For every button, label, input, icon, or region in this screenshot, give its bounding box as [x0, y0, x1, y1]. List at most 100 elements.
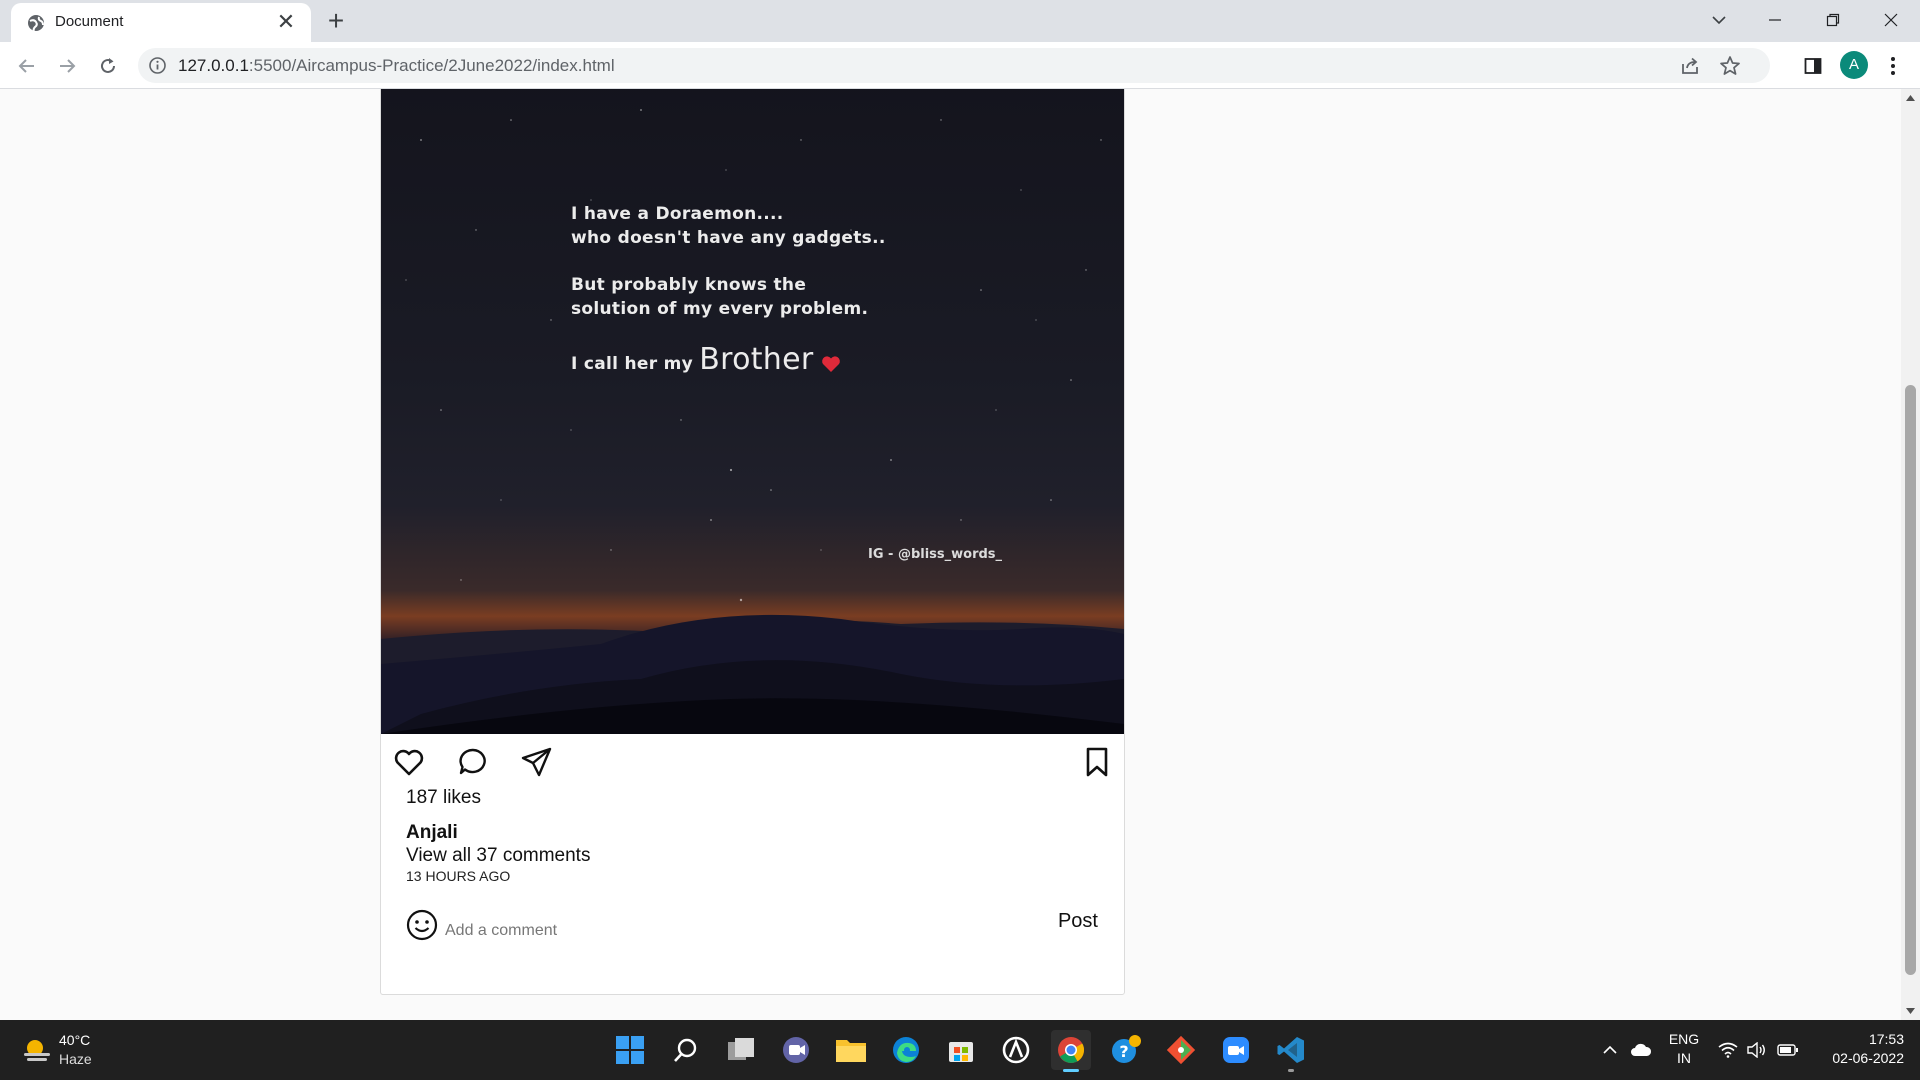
clock-date: 02-06-2022 [1832, 1050, 1904, 1066]
browser-toolbar: 127.0.0.1:5500/Aircampus-Practice/2June2… [0, 42, 1920, 89]
taskbar-file-explorer[interactable] [831, 1030, 871, 1070]
quote-line-5-prefix: I call her my [571, 354, 693, 374]
task-view-icon [728, 1038, 754, 1060]
restore-icon [1826, 13, 1840, 27]
windows-taskbar: 40°C Haze ? ENG IN 17:53 02-06-2022 [0, 1020, 1920, 1080]
taskbar-task-view[interactable] [721, 1030, 761, 1070]
forward-button[interactable] [50, 49, 84, 83]
taskbar-store[interactable] [941, 1030, 981, 1070]
wifi-button[interactable] [1716, 1030, 1740, 1070]
quote-emphasis: Brother [699, 342, 814, 377]
like-heart-icon[interactable] [391, 744, 427, 780]
taskbar-chrome[interactable] [1051, 1030, 1091, 1072]
close-window-button[interactable] [1862, 0, 1920, 40]
svg-text:?: ? [1119, 1042, 1128, 1061]
share-icon[interactable] [1678, 54, 1702, 78]
start-button[interactable] [610, 1030, 650, 1070]
taskbar-clock[interactable]: 17:53 02-06-2022 [1812, 1030, 1904, 1068]
help-icon: ? [1112, 1035, 1141, 1063]
sun-haze-icon [24, 1040, 50, 1061]
quote-line-5: I call her my Brother [571, 342, 842, 377]
taskbar-help[interactable]: ? [1106, 1030, 1146, 1070]
more-vertical-icon [1891, 57, 1895, 75]
taskbar-search[interactable] [666, 1030, 706, 1070]
comment-bubble-icon[interactable] [455, 744, 491, 780]
post-card: I have a Doraemon.... who doesn't have a… [380, 89, 1125, 995]
weather-temperature: 40°C [59, 1032, 91, 1048]
tray-overflow-button[interactable] [1598, 1030, 1622, 1070]
taskbar-app[interactable] [996, 1030, 1036, 1070]
git-icon [1166, 1035, 1196, 1065]
app-icon [1002, 1036, 1030, 1064]
reload-button[interactable] [91, 49, 125, 83]
view-comments-link[interactable]: View all 37 comments [406, 845, 590, 867]
comment-input[interactable] [441, 918, 961, 944]
tab-search-button[interactable] [1690, 0, 1748, 40]
search-icon [674, 1038, 697, 1062]
info-icon[interactable] [148, 56, 167, 75]
taskbar-vscode[interactable] [1271, 1030, 1311, 1072]
post-author[interactable]: Anjali [406, 822, 458, 844]
taskbar-edge[interactable] [886, 1030, 926, 1070]
bookmark-star-icon[interactable] [1718, 54, 1742, 78]
scroll-down-arrow-icon[interactable] [1901, 1004, 1920, 1018]
taskbar-git[interactable] [1161, 1030, 1201, 1070]
tab-strip: Document ✕ + [0, 0, 1920, 42]
quote-line-3: But probably knows the [571, 275, 807, 295]
edge-icon [893, 1037, 919, 1063]
minimize-icon [1769, 19, 1781, 21]
profile-avatar[interactable]: A [1840, 51, 1868, 79]
bookmark-icon[interactable] [1079, 744, 1115, 780]
post-comment-button[interactable]: Post [1058, 910, 1098, 933]
address-bar[interactable]: 127.0.0.1:5500/Aircampus-Practice/2June2… [138, 48, 1770, 83]
heart-emoji-icon [821, 356, 840, 372]
onedrive-button[interactable] [1626, 1030, 1656, 1070]
page-scrollbar[interactable] [1901, 89, 1920, 1020]
quote-line-1: I have a Doraemon.... [571, 204, 784, 224]
volume-button[interactable] [1744, 1030, 1768, 1070]
new-tab-button[interactable]: + [320, 6, 352, 38]
quote-line-4: solution of my every problem. [571, 299, 869, 319]
post-image[interactable]: I have a Doraemon.... who doesn't have a… [381, 89, 1124, 734]
restore-button[interactable] [1804, 0, 1862, 40]
smiley-icon[interactable] [405, 908, 439, 942]
start-icon [616, 1036, 644, 1064]
region-code: IN [1677, 1050, 1691, 1066]
post-timestamp: 13 HOURS AGO [406, 868, 511, 884]
side-panel-icon [1804, 58, 1822, 74]
post-actions [381, 744, 1124, 784]
tab-title: Document [55, 13, 124, 30]
chat-icon [783, 1037, 809, 1063]
image-credit: IG - @bliss_words_ [868, 547, 1003, 562]
side-panel-button[interactable] [1796, 49, 1830, 83]
taskbar-chat[interactable] [776, 1030, 816, 1070]
back-arrow-icon [18, 59, 34, 73]
store-icon [949, 1042, 973, 1062]
menu-button[interactable] [1876, 49, 1910, 83]
running-app-indicator [1288, 1069, 1294, 1072]
scroll-up-arrow-icon[interactable] [1901, 91, 1920, 105]
speaker-icon [1747, 1042, 1765, 1058]
file-explorer-icon [836, 1040, 866, 1062]
weather-widget[interactable]: 40°C Haze [22, 1030, 142, 1070]
browser-tab[interactable]: Document ✕ [11, 3, 311, 42]
forward-arrow-icon [60, 59, 76, 73]
quote-line-2: who doesn't have any gadgets.. [571, 228, 886, 248]
taskbar-zoom[interactable] [1216, 1030, 1256, 1070]
battery-button[interactable] [1774, 1030, 1802, 1070]
back-button[interactable] [10, 49, 44, 83]
vscode-icon [1277, 1037, 1304, 1063]
active-app-indicator [1063, 1069, 1079, 1072]
clock-time: 17:53 [1868, 1031, 1904, 1047]
minimize-button[interactable] [1746, 0, 1804, 40]
reload-icon [101, 58, 115, 73]
zoom-icon [1223, 1037, 1249, 1063]
comment-row: Post [381, 908, 1124, 948]
url-path: :5500/Aircampus-Practice/2June2022/index… [248, 56, 615, 75]
chevron-down-icon [1712, 16, 1726, 25]
close-tab-icon[interactable]: ✕ [273, 9, 299, 35]
share-send-icon[interactable] [519, 744, 555, 780]
url-text[interactable]: 127.0.0.1:5500/Aircampus-Practice/2June2… [178, 56, 615, 76]
input-language[interactable]: ENG IN [1664, 1030, 1704, 1068]
scroll-thumb[interactable] [1905, 385, 1916, 975]
